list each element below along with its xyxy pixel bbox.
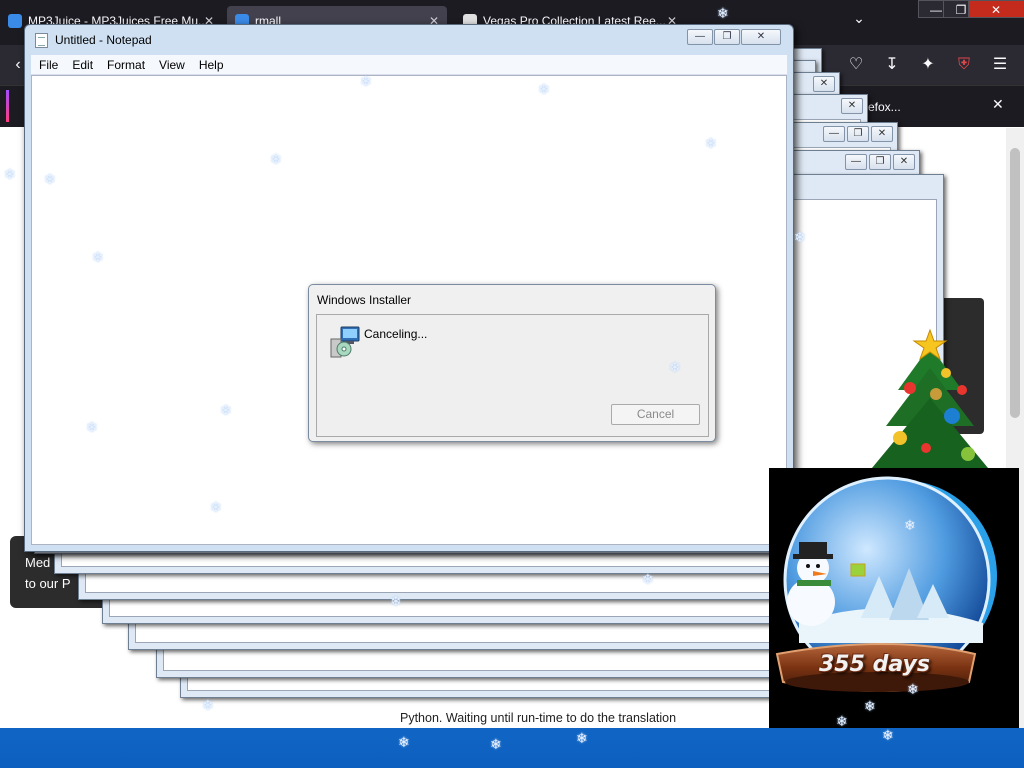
extensions-icon[interactable]: ✦: [916, 53, 940, 77]
snowflake-icon: ❄: [490, 736, 502, 752]
close-icon: ✕: [893, 154, 915, 170]
snowflake-icon: ❄: [717, 5, 729, 21]
notepad-window-controls: — ❐ ✕: [686, 28, 781, 45]
installer-status-text: Canceling...: [364, 327, 428, 341]
close-icon: ✕: [871, 126, 893, 142]
snowflake-icon: ❄: [92, 249, 104, 265]
notification-text: efox...: [868, 100, 901, 114]
close-icon: ✕: [813, 76, 835, 92]
menu-format[interactable]: Format: [99, 55, 151, 72]
snowflake-icon: ❄: [882, 727, 894, 743]
installer-title: Windows Installer: [317, 293, 412, 307]
snowflake-icon: ❄: [538, 81, 550, 97]
snow-globe-icon: [775, 476, 997, 692]
snowflake-icon: ❄: [4, 166, 16, 182]
minimize-icon: —: [823, 126, 845, 142]
installer-package-icon: [330, 326, 360, 358]
ublock-icon[interactable]: ⛨: [952, 53, 976, 77]
cancel-button[interactable]: Cancel: [611, 404, 700, 425]
snowflake-icon: ❄: [220, 402, 232, 418]
menu-file[interactable]: File: [31, 55, 64, 72]
list-all-tabs-chevron-icon[interactable]: ⌄: [848, 10, 870, 32]
ghost-window-controls: — ❐ ✕: [843, 153, 915, 171]
christmas-tree-icon: [872, 328, 988, 468]
snowflake-icon: ❄: [360, 73, 372, 89]
countdown-days-text: 355 days: [819, 652, 930, 677]
close-icon: ✕: [841, 98, 863, 114]
minimize-icon[interactable]: —: [687, 29, 713, 45]
hamburger-menu-icon[interactable]: ☰: [988, 53, 1012, 77]
notification-close-icon[interactable]: ✕: [992, 96, 1004, 113]
snowflake-icon: ❄: [669, 359, 681, 375]
snowflake-icon: ❄: [907, 681, 919, 697]
installer-panel: Canceling... Cancel: [316, 314, 709, 437]
minimize-icon: —: [845, 154, 867, 170]
ghost-window-controls: — ❐ ✕: [821, 125, 893, 143]
menu-view[interactable]: View: [151, 55, 191, 72]
close-icon[interactable]: ✕: [968, 0, 1024, 18]
snowflake-icon: ❄: [270, 151, 282, 167]
snowflake-icon: ❄: [836, 713, 848, 729]
snowflake-icon: ❄: [864, 698, 876, 714]
menu-edit[interactable]: Edit: [64, 55, 99, 72]
notepad-titlebar[interactable]: Untitled - Notepad — ❐ ✕: [25, 25, 793, 53]
ghost-window-controls: ✕: [839, 97, 863, 115]
snowflake-icon: ❄: [576, 730, 588, 746]
page-body-text: Python. Waiting until run-time to do the…: [400, 711, 677, 725]
snowflake-icon: ❄: [210, 499, 222, 515]
snow-globe-gadget[interactable]: 355 days: [769, 468, 1019, 728]
close-icon[interactable]: ✕: [741, 29, 781, 45]
snowflake-icon: ❄: [705, 135, 717, 151]
download-icon[interactable]: ↧: [880, 53, 904, 77]
snowflake-icon: ❄: [86, 419, 98, 435]
restore-icon: ❐: [847, 126, 869, 142]
snowflake-icon: ❄: [390, 593, 402, 609]
download-site-icon: [8, 14, 22, 28]
windows-installer-dialog[interactable]: Windows Installer Canceling... Cancel: [308, 284, 716, 442]
notepad-menubar: File Edit Format View Help: [31, 55, 787, 75]
notepad-title: Untitled - Notepad: [55, 33, 152, 47]
pocket-icon[interactable]: ♡: [844, 53, 868, 77]
page-accent-stripe: [6, 90, 9, 122]
snowflake-icon: ❄: [398, 734, 410, 750]
restore-icon: ❐: [869, 154, 891, 170]
snowflake-icon: ❄: [44, 171, 56, 187]
ghost-window-controls: ✕: [811, 75, 835, 93]
restore-icon[interactable]: ❐: [714, 29, 740, 45]
snowflake-icon: ❄: [642, 571, 654, 587]
menu-help[interactable]: Help: [191, 55, 230, 72]
snowflake-icon: ❄: [904, 517, 916, 533]
notepad-icon: [35, 33, 48, 48]
snowflake-icon: ❄: [794, 229, 806, 245]
snowflake-icon: ❄: [202, 697, 214, 713]
scrollbar-thumb[interactable]: [1010, 148, 1020, 418]
